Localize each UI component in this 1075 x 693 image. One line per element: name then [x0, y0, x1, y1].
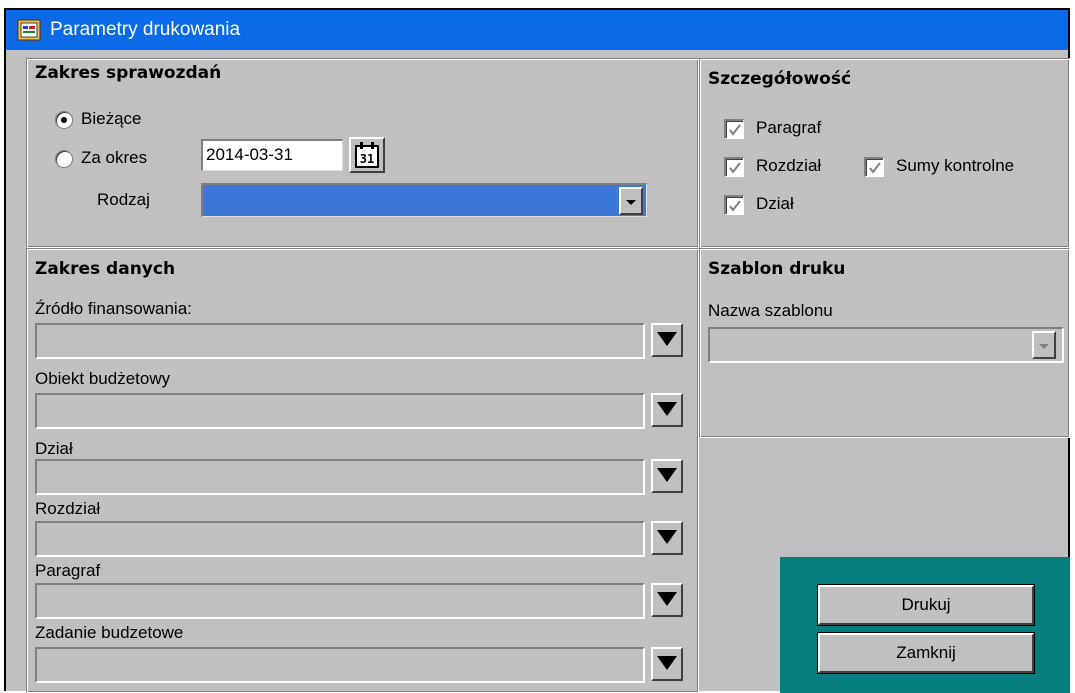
- calendar-day-text: 31: [360, 152, 374, 166]
- report-range-title: Zakres sprawozdań: [35, 63, 222, 83]
- report-range-panel: Zakres sprawozdań Bieżące Za okres 2014-…: [26, 58, 699, 248]
- detail-panel: Szczegółowość Paragraf Rozdział Sumy kon…: [699, 58, 1070, 248]
- chevron-down-icon: [657, 530, 677, 544]
- chevron-down-icon: [1039, 344, 1049, 349]
- print-template-panel: Szablon druku Nazwa szablonu: [699, 248, 1070, 438]
- section-checkbox[interactable]: [724, 157, 744, 177]
- funding-source-lov-button[interactable]: [651, 323, 683, 357]
- funding-source-field[interactable]: [35, 323, 645, 359]
- type-dropdown-button[interactable]: [619, 187, 643, 215]
- type-label: Rodzaj: [97, 190, 150, 209]
- section-label: Rozdział: [756, 156, 822, 175]
- template-dropdown-button[interactable]: [1032, 331, 1056, 359]
- division-lov-button[interactable]: [651, 459, 683, 493]
- type-select[interactable]: [201, 183, 647, 217]
- chevron-down-icon: [626, 200, 636, 205]
- chevron-down-icon: [657, 332, 677, 346]
- date-value: 2014-03-31: [206, 145, 293, 164]
- calendar-button[interactable]: 31: [349, 137, 385, 173]
- budget-object-lov-button[interactable]: [651, 393, 683, 427]
- control-sums-label: Sumy kontrolne: [896, 156, 1015, 175]
- chevron-down-icon: [657, 468, 677, 482]
- template-name-select[interactable]: [708, 327, 1064, 363]
- division-label: Dział: [756, 194, 794, 213]
- budget-object-field[interactable]: [35, 393, 645, 429]
- data-range-panel: Zakres danych Źródło finansowania: Obiek…: [26, 248, 699, 693]
- chevron-down-icon: [657, 402, 677, 416]
- print-parameters-window: Parametry drukowania Zakres sprawozdań B…: [4, 8, 1070, 693]
- current-radio-label: Bieżące: [81, 109, 142, 128]
- app-icon: [16, 16, 44, 44]
- control-sums-checkbox[interactable]: [864, 157, 884, 177]
- funding-source-label: Źródło finansowania:: [35, 299, 192, 318]
- check-icon: [729, 162, 741, 174]
- chevron-down-icon: [657, 592, 677, 606]
- period-radio[interactable]: [55, 150, 73, 168]
- print-template-title: Szablon druku: [708, 259, 846, 279]
- detail-title: Szczegółowość: [708, 69, 852, 89]
- paragraph-checkbox[interactable]: [724, 119, 744, 139]
- data-range-title: Zakres danych: [35, 259, 176, 279]
- print-button[interactable]: Drukuj: [818, 585, 1034, 625]
- check-icon: [869, 162, 881, 174]
- paragraph-label: Paragraf: [756, 118, 822, 137]
- paragraph-field[interactable]: [35, 583, 645, 619]
- budget-task-lov-button[interactable]: [651, 647, 683, 681]
- budget-object-label: Obiekt budżetowy: [35, 369, 171, 388]
- window-title: Parametry drukowania: [50, 19, 241, 40]
- section-field-label: Rozdział: [35, 499, 101, 518]
- period-radio-label: Za okres: [81, 148, 148, 167]
- budget-task-field[interactable]: [35, 647, 645, 683]
- division-field-label: Dział: [35, 439, 73, 458]
- paragraph-lov-button[interactable]: [651, 583, 683, 617]
- template-name-label: Nazwa szablonu: [708, 301, 833, 320]
- division-field[interactable]: [35, 459, 645, 495]
- check-icon: [729, 124, 741, 136]
- check-icon: [729, 200, 741, 212]
- print-button-label: Drukuj: [901, 595, 951, 614]
- close-button[interactable]: Zamknij: [818, 633, 1034, 673]
- calendar-icon: 31: [355, 142, 379, 168]
- date-input[interactable]: 2014-03-31: [201, 139, 343, 171]
- chevron-down-icon: [657, 656, 677, 670]
- close-button-label: Zamknij: [896, 643, 956, 662]
- action-buttons-area: Drukuj Zamknij: [780, 557, 1070, 693]
- paragraph-field-label: Paragraf: [35, 561, 101, 580]
- current-radio[interactable]: [55, 111, 73, 129]
- budget-task-label: Zadanie budzetowe: [35, 623, 184, 642]
- title-bar[interactable]: Parametry drukowania: [6, 10, 1068, 50]
- section-lov-button[interactable]: [651, 521, 683, 555]
- section-field[interactable]: [35, 521, 645, 557]
- division-checkbox[interactable]: [724, 195, 744, 215]
